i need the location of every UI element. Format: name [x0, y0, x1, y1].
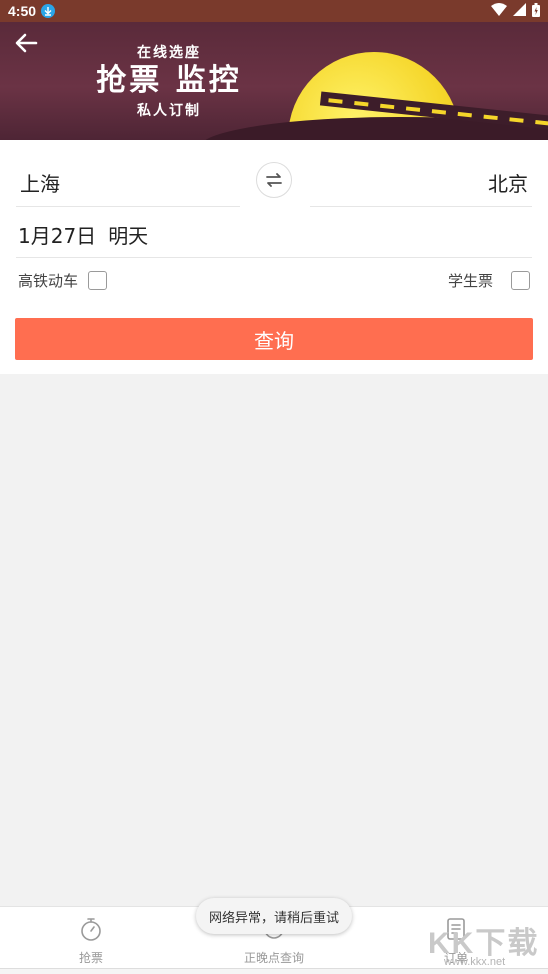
date-selector[interactable]: 1月27日 明天 [18, 220, 148, 249]
status-time: 4:50 [8, 3, 37, 19]
banner-slogan: 在线选座 抢票 监控 私人订制 [84, 42, 254, 120]
ticket-search-form: 上海 北京 1月27日 明天 高铁动车 学生票 查询 [0, 140, 548, 374]
wifi-icon [491, 3, 507, 19]
nav-label-grab-ticket: 抢票 [78, 951, 103, 965]
banner-top-line: 在线选座 [137, 45, 201, 61]
high-speed-checkbox[interactable] [88, 271, 108, 290]
student-ticket-label: 学生票 [447, 272, 493, 290]
travel-date: 1月27日 [18, 224, 97, 248]
back-arrow-icon [15, 33, 38, 53]
banner-main-line: 抢票 监控 [96, 63, 242, 98]
divider [16, 257, 532, 258]
watermark-url: www.kkx.net [444, 956, 506, 968]
station-row: 上海 北京 [0, 140, 548, 206]
nav-item-grab-ticket[interactable]: 抢票 [31, 915, 151, 966]
high-speed-option: 高铁动车 [18, 270, 108, 291]
status-bar: 4:50 [0, 0, 548, 22]
from-station-field[interactable]: 上海 [20, 168, 60, 197]
back-button[interactable] [14, 32, 42, 56]
travel-day-label: 明天 [108, 224, 149, 248]
student-ticket-checkbox[interactable] [511, 271, 530, 290]
download-icon [41, 4, 56, 18]
swap-stations-button[interactable] [256, 162, 292, 198]
swap-icon [266, 173, 282, 187]
network-error-toast: 网络异常，请稍后重试 [196, 898, 352, 934]
to-station-field[interactable]: 北京 [488, 168, 528, 197]
divider [16, 206, 240, 207]
query-button[interactable]: 查询 [15, 318, 533, 360]
battery-icon [532, 2, 540, 20]
toast-message: 网络异常，请稍后重试 [208, 910, 339, 926]
divider [310, 206, 532, 207]
watermark-logo: KK下载 www.kkx.net [428, 918, 546, 970]
high-speed-label: 高铁动车 [18, 272, 79, 290]
stopwatch-icon [81, 918, 101, 941]
student-ticket-option: 学生票 [448, 270, 530, 291]
banner-bottom-line: 私人订制 [137, 103, 201, 119]
promo-banner: 在线选座 抢票 监控 私人订制 [0, 22, 548, 140]
signal-icon [513, 3, 526, 19]
nav-label-delay-query: 正晚点查询 [243, 951, 304, 965]
